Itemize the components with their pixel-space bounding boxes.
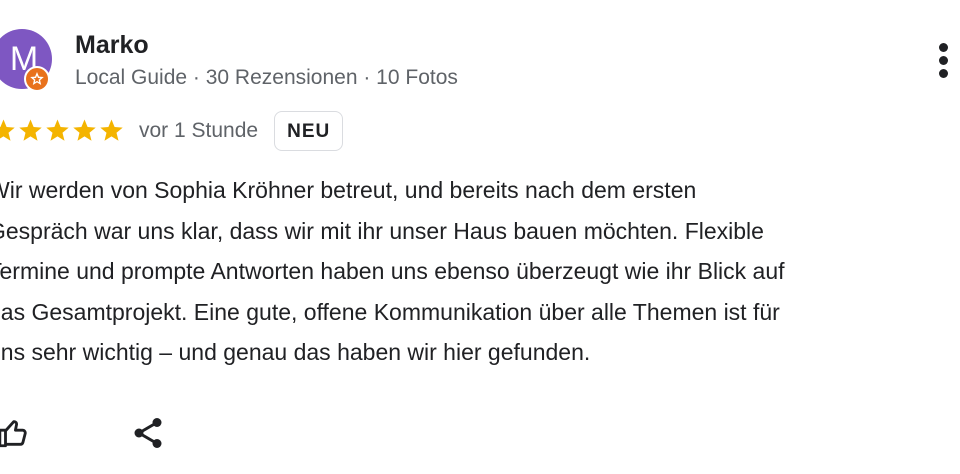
share-icon <box>134 418 162 448</box>
more-options-button[interactable] <box>922 38 960 82</box>
review-card: M Marko Local Guide · 30 Rezensionen · 1… <box>0 0 960 474</box>
review-actions <box>0 410 168 456</box>
star-icon <box>0 118 17 144</box>
star-icon <box>44 118 71 144</box>
local-guide-star-icon <box>24 66 50 92</box>
star-icon <box>71 118 98 144</box>
author-name[interactable]: Marko <box>75 30 149 60</box>
new-badge: NEU <box>274 111 344 151</box>
like-button[interactable] <box>0 413 34 453</box>
star-icon <box>17 118 44 144</box>
share-button[interactable] <box>128 413 168 453</box>
review-time: vor 1 Stunde <box>139 119 259 142</box>
review-text: Wir werden von Sophia Kröhner betreut, u… <box>0 177 785 365</box>
thumbs-up-icon <box>0 420 27 448</box>
rating-row: vor 1 Stunde NEU <box>0 110 344 152</box>
author-meta[interactable]: Local Guide · 30 Rezensionen · 10 Fotos <box>75 64 458 92</box>
star-icon <box>98 118 125 144</box>
star-rating <box>0 118 125 144</box>
